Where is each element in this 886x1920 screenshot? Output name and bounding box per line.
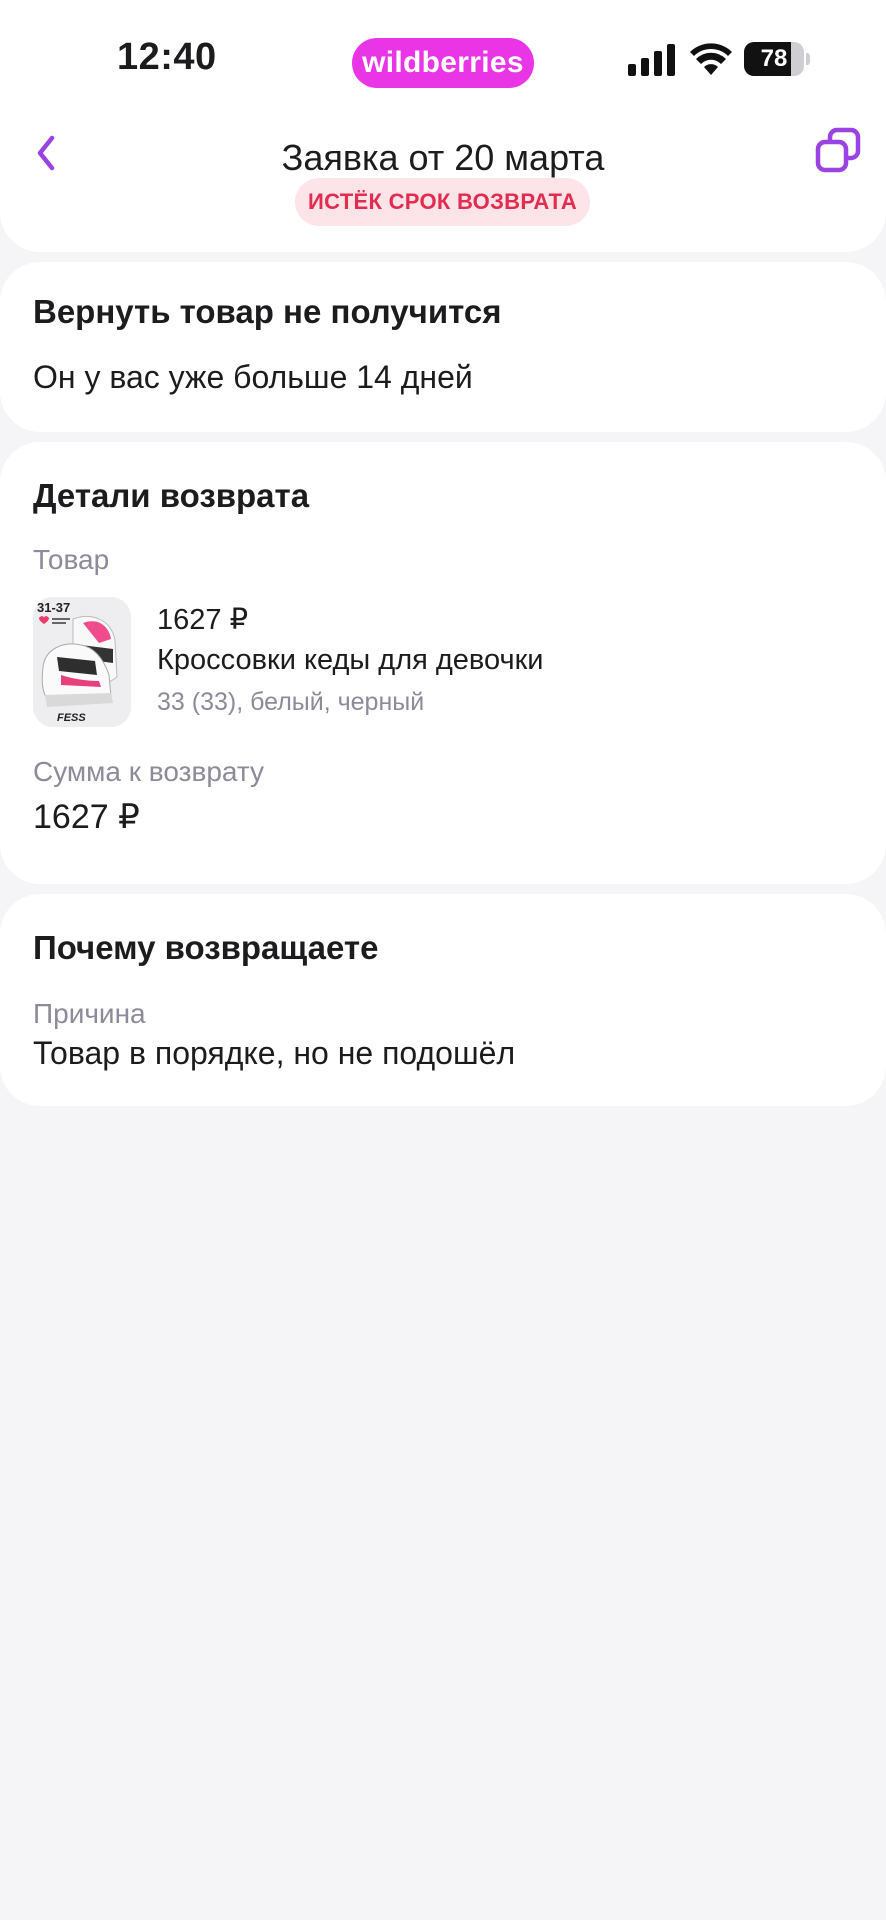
back-button[interactable]: [24, 118, 88, 188]
product-name[interactable]: Кроссовки кеды для девочки: [157, 644, 544, 677]
return-notice-card: Вернуть товар не получится Он у вас уже …: [0, 262, 886, 432]
page-header: Заявка от 20 марта ИСТЁК СРОК ВОЗВРАТА: [0, 118, 886, 252]
battery-level: 78: [760, 45, 788, 72]
status-time: 12:40: [117, 36, 217, 78]
reason-title: Почему возвращаете: [33, 929, 379, 966]
wifi-icon: [690, 43, 732, 75]
copy-button[interactable]: [812, 118, 872, 188]
refund-amount: 1627 ₽: [33, 798, 140, 836]
image-size-text: 31-37: [37, 600, 70, 615]
sneaker-image: 31-37 FESS: [33, 597, 131, 727]
refund-label: Сумма к возврату: [33, 756, 264, 787]
product-variant: 33 (33), белый, черный: [157, 688, 425, 716]
image-brand-text: FESS: [57, 712, 86, 724]
product-image[interactable]: 31-37 FESS: [33, 597, 131, 727]
status-bar: 12:40 wildberries 78: [0, 0, 886, 118]
notice-title: Вернуть товар не получится: [33, 293, 502, 330]
page-title: Заявка от 20 марта: [281, 137, 605, 178]
reason-value: Товар в порядке, но не подошёл: [33, 1035, 516, 1071]
reason-label: Причина: [33, 998, 146, 1029]
product-label: Товар: [33, 544, 110, 575]
status-badge: ИСТЁК СРОК ВОЗВРАТА: [295, 178, 590, 226]
notice-text: Он у вас уже больше 14 дней: [33, 359, 473, 395]
copy-icon: [815, 127, 861, 173]
return-details-card: Детали возврата Товар 31-37 FESS 1627 ₽ …: [0, 442, 886, 884]
return-reason-card: Почему возвращаете Причина Товар в поряд…: [0, 894, 886, 1106]
chevron-left-icon: [37, 135, 55, 171]
product-price: 1627 ₽: [157, 604, 249, 636]
brand-logo: wildberries: [352, 38, 534, 88]
details-title: Детали возврата: [33, 477, 310, 514]
cellular-signal-icon: [628, 44, 675, 76]
battery-icon: 78: [744, 42, 810, 76]
